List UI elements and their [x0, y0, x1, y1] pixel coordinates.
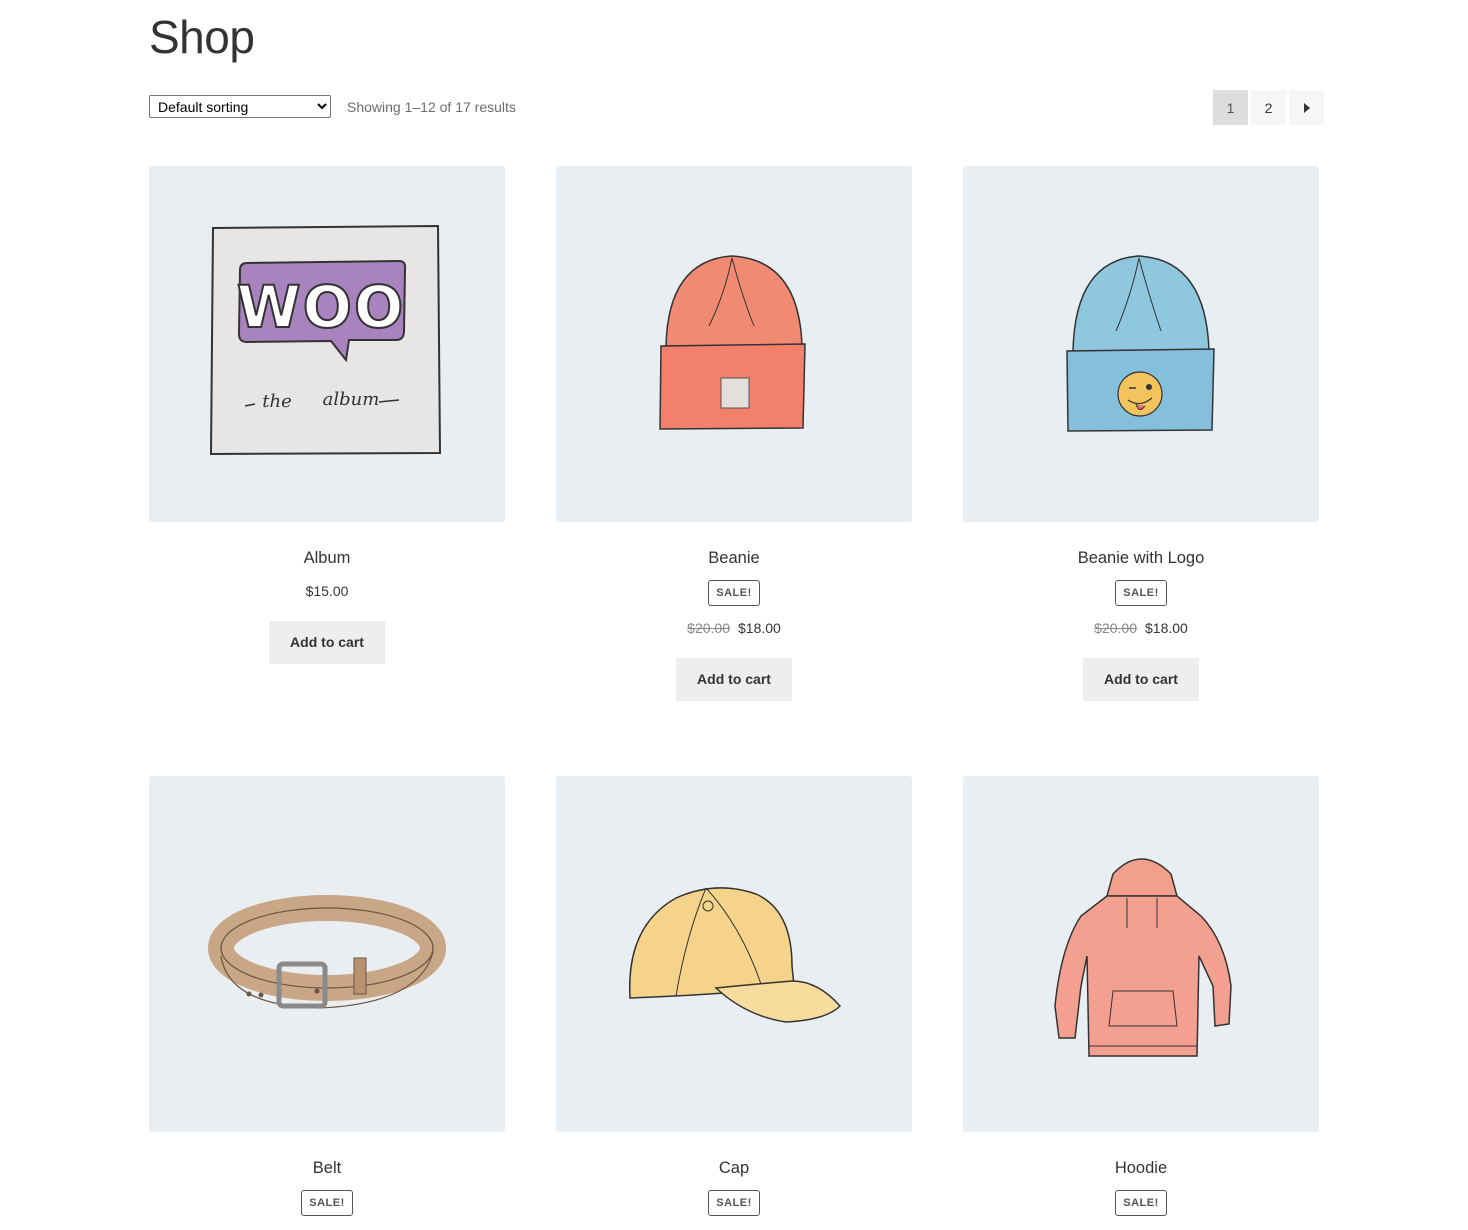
beanie-image[interactable]: [556, 166, 912, 522]
page-2-link[interactable]: 2: [1251, 90, 1286, 125]
sorting-select[interactable]: Default sorting: [149, 95, 331, 118]
page-1-link[interactable]: 1: [1213, 90, 1248, 125]
product-price: $15.00: [149, 581, 505, 601]
product-price: $20.00 $18.00: [963, 618, 1319, 638]
sale-badge: SALE!: [1115, 1190, 1167, 1216]
product-name[interactable]: Hoodie: [963, 1157, 1319, 1179]
regular-price: $20.00: [687, 620, 730, 636]
product-name[interactable]: Belt: [149, 1157, 505, 1179]
product-card-belt: Belt SALE!: [149, 776, 505, 1216]
svg-text:the: the: [262, 391, 291, 412]
pagination: 1 2: [1213, 90, 1324, 125]
sale-price: $18.00: [738, 620, 781, 636]
sale-price: $18.00: [1145, 620, 1188, 636]
hoodie-image[interactable]: [963, 776, 1319, 1132]
product-card-beanie-with-logo: Beanie with Logo SALE! $20.00 $18.00 Add …: [963, 166, 1319, 701]
product-card-beanie: Beanie SALE! $20.00 $18.00 Add to cart: [556, 166, 912, 701]
product-card-cap: Cap SALE!: [556, 776, 912, 1216]
sale-badge: SALE!: [301, 1190, 353, 1216]
sale-badge: SALE!: [708, 1190, 760, 1216]
current-price: $15.00: [305, 583, 349, 599]
product-card-hoodie: Hoodie SALE!: [963, 776, 1319, 1216]
regular-price: $20.00: [1094, 620, 1137, 636]
add-to-cart-button[interactable]: Add to cart: [676, 658, 792, 701]
product-name[interactable]: Beanie with Logo: [963, 547, 1319, 569]
svg-text:WOO: WOO: [237, 273, 406, 341]
product-price: $20.00 $18.00: [556, 618, 912, 638]
result-count: Showing 1–12 of 17 results: [347, 99, 516, 115]
belt-image[interactable]: [149, 776, 505, 1132]
cap-image[interactable]: [556, 776, 912, 1132]
product-name[interactable]: Beanie: [556, 547, 912, 569]
svg-text:album: album: [323, 389, 380, 410]
page-title: Shop: [149, 11, 255, 63]
arrow-right-icon: [1303, 102, 1311, 113]
product-name[interactable]: Cap: [556, 1157, 912, 1179]
album-image[interactable]: WOO the album: [149, 166, 505, 522]
sale-badge: SALE!: [708, 580, 760, 606]
sale-badge: SALE!: [1115, 580, 1167, 606]
add-to-cart-button[interactable]: Add to cart: [1083, 658, 1199, 701]
product-card-album: WOO the album Album $15.00 Add to cart: [149, 166, 505, 664]
product-name[interactable]: Album: [149, 547, 505, 569]
beanie-with-logo-image[interactable]: [963, 166, 1319, 522]
next-page-link[interactable]: [1289, 90, 1324, 125]
add-to-cart-button[interactable]: Add to cart: [269, 621, 385, 664]
